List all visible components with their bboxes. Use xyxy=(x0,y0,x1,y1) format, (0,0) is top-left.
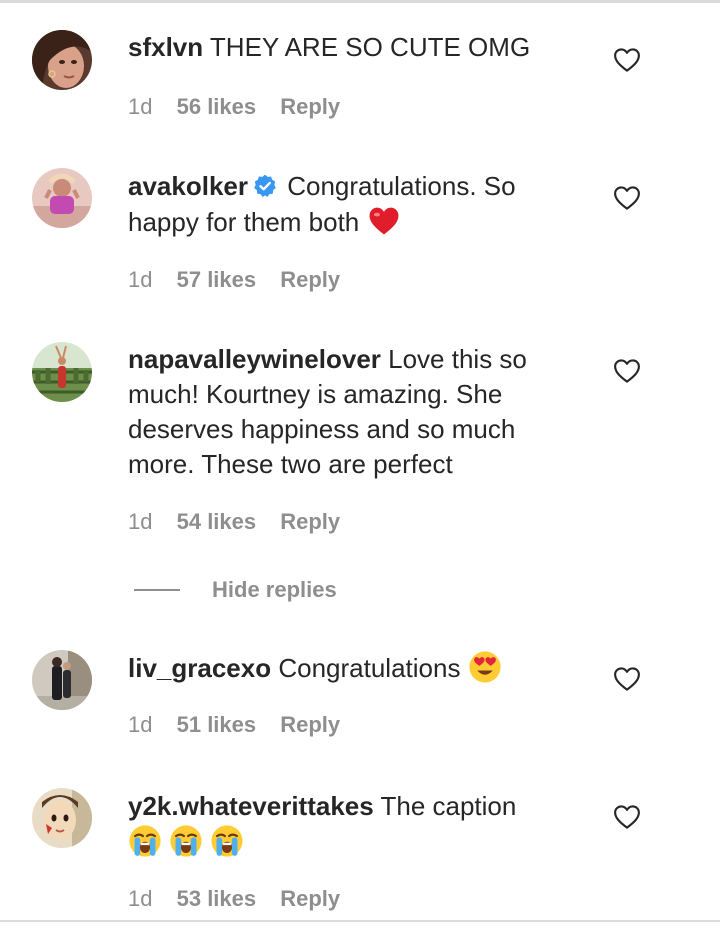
comment-username[interactable]: liv_gracexo xyxy=(128,653,271,683)
comment-time: 1d xyxy=(128,94,153,119)
loudly-crying-face-icon xyxy=(211,825,244,857)
reply-button[interactable]: Reply xyxy=(280,267,340,292)
comment-body: sfxlvn THEY ARE SO CUTE OMG xyxy=(128,30,568,65)
reply-button[interactable]: Reply xyxy=(280,509,340,534)
comment-body: y2k.whateverittakes The caption xyxy=(128,789,568,860)
loudly-crying-face-icon xyxy=(170,825,202,857)
avatar[interactable] xyxy=(32,342,92,402)
comment-time: 1d xyxy=(128,886,153,911)
avatar[interactable] xyxy=(32,30,92,90)
comment-likes[interactable]: 57 likes xyxy=(177,267,257,292)
comment-username[interactable]: sfxlvn xyxy=(128,32,203,62)
comment-likes[interactable]: 51 likes xyxy=(177,712,257,737)
reply-button[interactable]: Reply xyxy=(280,712,340,737)
top-divider xyxy=(0,0,720,3)
heart-eyes-emoji-icon xyxy=(469,651,501,683)
verified-badge-icon xyxy=(254,174,276,198)
comment-text: The caption xyxy=(380,791,517,821)
hide-replies-button[interactable]: Hide replies xyxy=(134,574,337,606)
avatar[interactable] xyxy=(32,788,92,848)
comment-text: THEY ARE SO CUTE OMG xyxy=(209,32,531,62)
comment-username[interactable]: y2k.whateverittakes xyxy=(128,791,374,821)
red-heart-icon xyxy=(369,207,398,235)
comment-meta: 1d 51 likes Reply xyxy=(128,712,358,738)
like-heart-icon[interactable] xyxy=(612,802,642,832)
reply-button[interactable]: Reply xyxy=(280,886,340,911)
comment-time: 1d xyxy=(128,267,153,292)
comment-meta: 1d 56 likes Reply xyxy=(128,94,358,120)
like-heart-icon[interactable] xyxy=(612,45,642,75)
comment-body: napavalleywinelover Love this so much! K… xyxy=(128,342,568,482)
comment-time: 1d xyxy=(128,712,153,737)
loudly-crying-face-icon xyxy=(129,825,161,857)
hide-replies-line xyxy=(134,589,180,591)
comment-body: avakolker Congratulations. So happy for … xyxy=(128,169,568,240)
like-heart-icon[interactable] xyxy=(612,183,642,213)
avatar[interactable] xyxy=(32,650,92,710)
comment-username[interactable]: avakolker xyxy=(128,171,248,201)
like-heart-icon[interactable] xyxy=(612,664,642,694)
comment-username[interactable]: napavalleywinelover xyxy=(128,344,381,374)
comment-time: 1d xyxy=(128,509,153,534)
comment-likes[interactable]: 54 likes xyxy=(177,509,257,534)
avatar[interactable] xyxy=(32,168,92,228)
bottom-divider xyxy=(0,920,720,922)
comment-text: Congratulations xyxy=(278,653,461,683)
comment-likes[interactable]: 56 likes xyxy=(177,94,257,119)
comment-meta: 1d 54 likes Reply xyxy=(128,509,358,535)
like-heart-icon[interactable] xyxy=(612,356,642,386)
comment-likes[interactable]: 53 likes xyxy=(177,886,257,911)
reply-button[interactable]: Reply xyxy=(280,94,340,119)
comment-meta: 1d 57 likes Reply xyxy=(128,267,358,293)
comment-meta: 1d 53 likes Reply xyxy=(128,886,358,912)
hide-replies-label: Hide replies xyxy=(212,577,337,602)
comment-body: liv_gracexo Congratulations xyxy=(128,650,568,686)
